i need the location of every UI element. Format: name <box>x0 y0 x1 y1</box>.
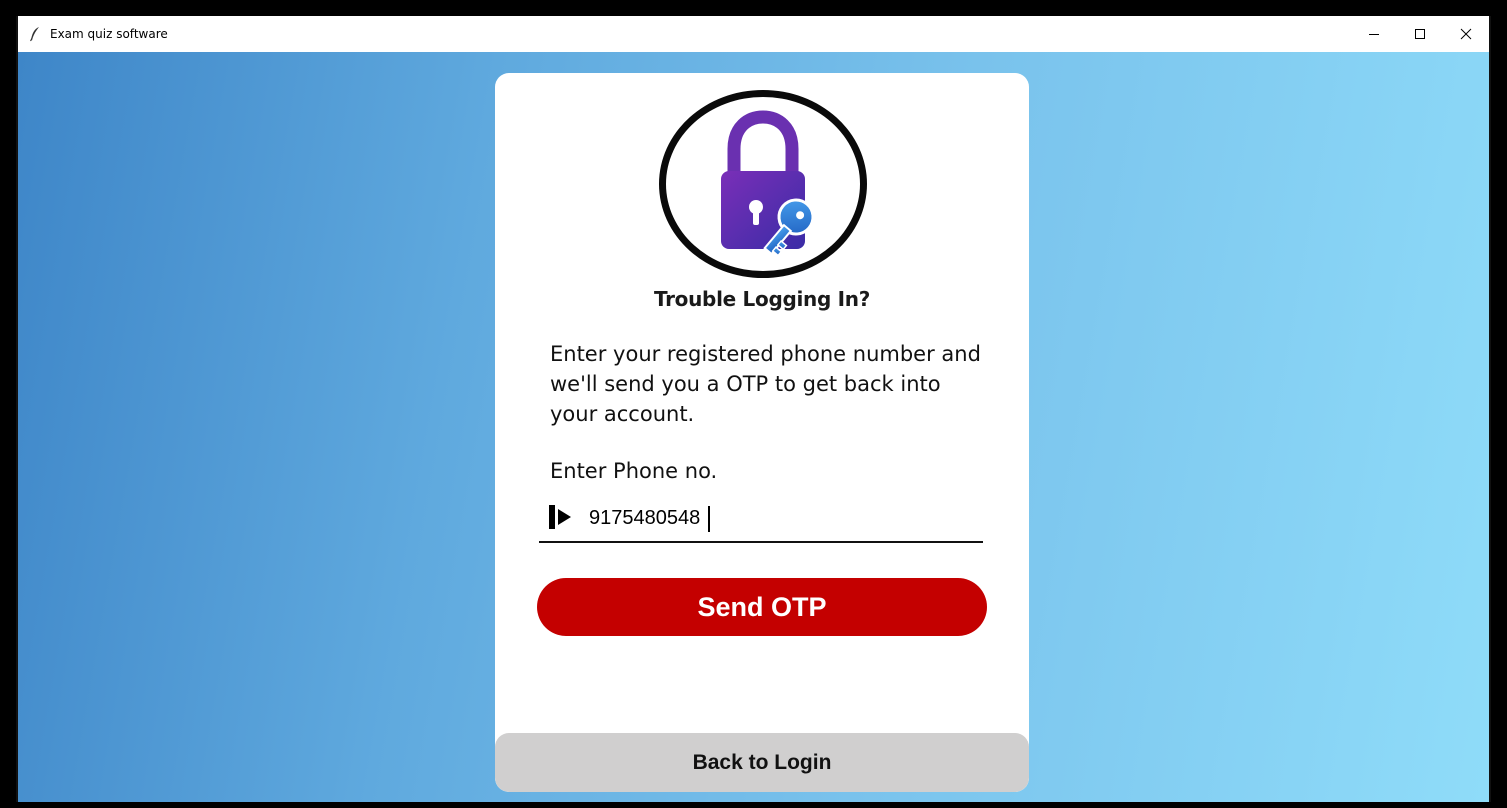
padlock-with-key-icon <box>721 110 815 257</box>
window-title: Exam quiz software <box>50 27 168 41</box>
title-bar[interactable]: Exam quiz software <box>18 16 1489 52</box>
phone-field-label: Enter Phone no. <box>550 459 718 483</box>
illustration-circle <box>659 90 867 278</box>
arrow-right-icon <box>549 505 571 529</box>
content-background: Trouble Logging In? Enter your registere… <box>18 52 1489 802</box>
window-controls <box>1351 16 1489 52</box>
phone-field[interactable] <box>539 499 983 543</box>
back-to-login-button[interactable]: Back to Login <box>495 733 1029 792</box>
close-icon <box>1460 28 1472 40</box>
minimize-button[interactable] <box>1351 16 1397 52</box>
minimize-icon <box>1369 34 1379 35</box>
maximize-button[interactable] <box>1397 16 1443 52</box>
phone-input[interactable] <box>589 501 969 535</box>
instructions-text: Enter your registered phone number and w… <box>550 342 981 426</box>
maximize-icon <box>1415 29 1425 39</box>
recovery-card: Trouble Logging In? Enter your registere… <box>495 73 1029 792</box>
send-otp-button[interactable]: Send OTP <box>537 578 987 636</box>
app-window: Exam quiz software Trouble Logging In? E… <box>16 16 1491 802</box>
page-title: Trouble Logging In? <box>653 287 871 311</box>
feather-icon <box>28 25 42 43</box>
text-caret <box>708 506 710 532</box>
close-button[interactable] <box>1443 16 1489 52</box>
